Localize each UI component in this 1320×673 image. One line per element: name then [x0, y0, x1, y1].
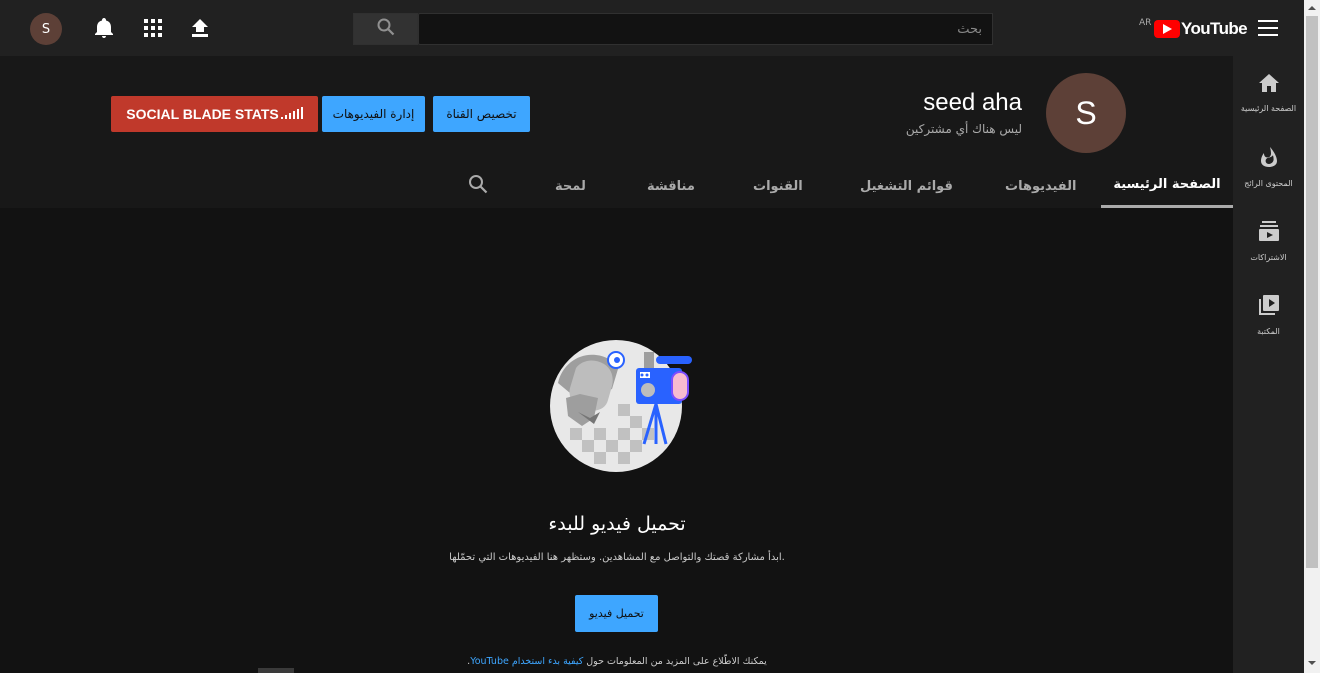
avatar-letter: S: [41, 21, 51, 37]
guide-item-home[interactable]: الصفحة الرئيسية: [1233, 56, 1304, 130]
tab-playlists[interactable]: قوائم التشغيل: [860, 164, 953, 208]
youtube-wordmark: YouTube: [1181, 19, 1248, 38]
empty-state-description: ابدأ مشاركة قصتك والتواصل مع المشاهدين. …: [449, 552, 785, 563]
subscriber-count: ليس هناك أي مشتركين: [905, 122, 1022, 136]
tab-videos[interactable]: الفيديوهات: [1005, 164, 1077, 208]
channel-search-icon[interactable]: [468, 174, 488, 194]
bar-chart-icon: [280, 106, 303, 122]
channel-header: S seed aha ليس هناك أي مشتركين تخصيص الق…: [0, 56, 1233, 208]
social-blade-label: SOCIAL BLADE STATS: [126, 106, 279, 122]
customize-channel-button[interactable]: تخصيص القناة: [433, 96, 530, 132]
scrollbar-thumb[interactable]: [1306, 16, 1318, 568]
scroll-down-arrow-icon[interactable]: [1304, 655, 1320, 671]
getting-started-link[interactable]: كيفية بدء استخدام YouTube: [470, 656, 583, 667]
tab-discussion[interactable]: مناقشة: [647, 164, 695, 208]
tab-about[interactable]: لمحة: [555, 164, 586, 208]
youtube-play-icon: [1154, 20, 1180, 38]
guide-item-subscriptions[interactable]: الاشتراكات: [1233, 204, 1304, 278]
search-button[interactable]: [353, 13, 418, 45]
guide-item-label: الاشتراكات: [1250, 252, 1287, 262]
logo-country-code: AR: [1139, 18, 1152, 28]
empty-state-title: تحميل فيديو للبدء: [548, 513, 686, 535]
learn-more-text: يمكنك الاطّلاع على المزيد من المعلومات ح…: [317, 656, 917, 667]
vertical-scrollbar[interactable]: [1304, 0, 1320, 673]
search-field[interactable]: [418, 13, 993, 45]
channel-avatar-letter: S: [1075, 94, 1097, 131]
bottom-scroll-indicator: [258, 668, 294, 673]
upload-icon[interactable]: [188, 16, 212, 40]
upload-illustration: [548, 328, 708, 473]
social-blade-stats-button[interactable]: SOCIAL BLADE STATS: [111, 96, 318, 132]
search-input[interactable]: [419, 14, 992, 44]
guide-item-trending[interactable]: المحتوى الرائج: [1233, 130, 1304, 204]
learn-more-prefix: يمكنك الاطّلاع على المزيد من المعلومات ح…: [583, 656, 767, 667]
apps-icon[interactable]: [141, 16, 165, 40]
upload-video-button[interactable]: تحميل فيديو: [575, 595, 658, 632]
notifications-icon[interactable]: [92, 16, 116, 40]
guide-sidebar: الصفحة الرئيسية المحتوى الرائج الاشتراكا…: [1233, 56, 1304, 673]
trending-icon: [1260, 146, 1277, 171]
library-icon: [1258, 294, 1279, 319]
guide-item-label: الصفحة الرئيسية: [1240, 103, 1297, 113]
scroll-up-arrow-icon[interactable]: [1304, 0, 1320, 16]
guide-item-library[interactable]: المكتبة: [1233, 278, 1304, 352]
masthead: S AR YouTube: [0, 0, 1304, 56]
tab-channels[interactable]: القنوات: [753, 164, 803, 208]
guide-item-label: المكتبة: [1257, 326, 1280, 336]
guide-item-label: المحتوى الرائج: [1244, 178, 1293, 188]
search-icon: [377, 18, 395, 40]
channel-name: seed aha: [923, 89, 1022, 116]
account-avatar[interactable]: S: [30, 13, 62, 45]
menu-icon[interactable]: [1258, 20, 1278, 36]
channel-tabs: الصفحة الرئيسية الفيديوهات قوائم التشغيل…: [0, 164, 1233, 208]
channel-avatar: S: [1046, 73, 1126, 153]
tab-home[interactable]: الصفحة الرئيسية: [1101, 164, 1233, 208]
manage-videos-button[interactable]: إدارة الفيديوهات: [322, 96, 425, 132]
home-icon: [1258, 73, 1279, 96]
youtube-logo[interactable]: YouTube: [1154, 19, 1248, 38]
subscriptions-icon: [1258, 220, 1279, 245]
